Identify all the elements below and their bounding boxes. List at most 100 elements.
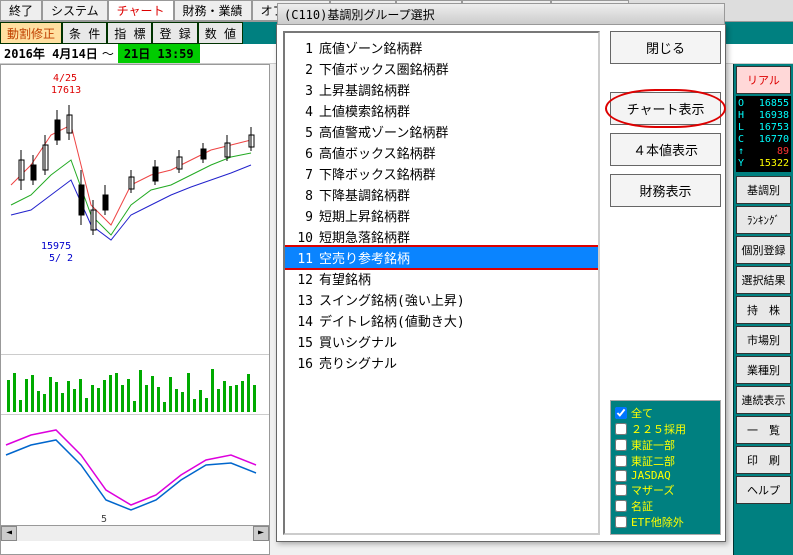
side-btn-3[interactable]: 選択結果 <box>736 266 791 294</box>
quote-row: ↑89 <box>738 146 789 158</box>
vol-bar <box>133 401 136 412</box>
filter-1[interactable]: ２２５採用 <box>615 421 716 437</box>
group-list-item[interactable]: 9短期上昇銘柄群 <box>285 205 598 226</box>
filter-checkbox[interactable] <box>615 484 627 496</box>
filter-checkbox[interactable] <box>615 455 627 467</box>
side-btn-0[interactable]: 基調別 <box>736 176 791 204</box>
vol-bar <box>235 385 238 412</box>
vol-bar <box>49 377 52 412</box>
toolbar-btn-3[interactable]: 登 録 <box>152 22 197 44</box>
chart-scrollbar[interactable]: ◄ ► <box>1 525 269 541</box>
side-btn-4[interactable]: 持 株 <box>736 296 791 324</box>
quote-row: H16938 <box>738 110 789 122</box>
filter-checkbox[interactable] <box>615 470 627 482</box>
volume-chart <box>1 355 269 415</box>
vol-bar <box>223 381 226 412</box>
toolbar-btn-4[interactable]: 数 値 <box>198 22 243 44</box>
vol-bar <box>169 377 172 412</box>
ohlc-display-button[interactable]: ４本値表示 <box>610 133 721 166</box>
oscillator-chart: 5 <box>1 415 269 525</box>
scroll-left-icon[interactable]: ◄ <box>1 526 17 541</box>
side-btn-6[interactable]: 業種別 <box>736 356 791 384</box>
modal-title: (C110)基調別グループ選択 <box>277 3 725 25</box>
group-list-item[interactable]: 7下降ボックス銘柄群 <box>285 163 598 184</box>
quote-row: O16855 <box>738 98 789 110</box>
filter-3[interactable]: 東証二部 <box>615 453 716 469</box>
vol-bar <box>73 389 76 412</box>
group-list[interactable]: 1底値ゾーン銘柄群2下値ボックス圏銘柄群3上昇基調銘柄群4上値模索銘柄群5高値警… <box>283 31 600 535</box>
filter-checkbox[interactable] <box>615 500 627 512</box>
side-btn-1[interactable]: ﾗﾝｷﾝｸﾞ <box>736 206 791 234</box>
quote-row: Y15322 <box>738 158 789 170</box>
group-list-item[interactable]: 10短期急落銘柄群 <box>285 226 598 247</box>
side-btn-7[interactable]: 連続表示 <box>736 386 791 414</box>
filter-checkbox[interactable] <box>615 407 627 419</box>
filter-7[interactable]: ETF他除外 <box>615 514 716 530</box>
filter-0[interactable]: 全て <box>615 405 716 421</box>
financial-display-button[interactable]: 財務表示 <box>610 174 721 207</box>
top-tab-3[interactable]: 財務・業績 <box>174 0 252 21</box>
realtime-button[interactable]: リアル <box>736 66 791 94</box>
group-list-item[interactable]: 2下値ボックス圏銘柄群 <box>285 58 598 79</box>
side-btn-10[interactable]: ヘルプ <box>736 476 791 504</box>
quote-row: L16753 <box>738 122 789 134</box>
side-btn-9[interactable]: 印 刷 <box>736 446 791 474</box>
filter-6[interactable]: 名証 <box>615 498 716 514</box>
toolbar-btn-0[interactable]: 動割修正 <box>0 22 62 44</box>
filter-checkbox[interactable] <box>615 516 627 528</box>
side-btn-2[interactable]: 個別登録 <box>736 236 791 264</box>
vol-bar <box>31 375 34 412</box>
vol-bar <box>139 370 142 412</box>
vol-bar <box>151 376 154 412</box>
top-tab-2[interactable]: チャート <box>108 0 174 21</box>
vol-bar <box>37 391 40 412</box>
chart-display-button[interactable]: チャート表示 <box>610 92 721 125</box>
group-list-item[interactable]: 12有望銘柄 <box>285 268 598 289</box>
filter-4[interactable]: JASDAQ <box>615 469 716 482</box>
vol-bar <box>253 385 256 412</box>
filter-checkbox[interactable] <box>615 439 627 451</box>
x-axis-tick: 5 <box>101 514 107 525</box>
vol-bar <box>91 385 94 412</box>
group-list-item[interactable]: 11空売り参考銘柄 <box>285 247 598 268</box>
group-list-item[interactable]: 16売りシグナル <box>285 352 598 373</box>
scroll-track[interactable] <box>17 526 253 541</box>
market-filter-group: 全て２２５採用東証一部東証二部JASDAQマザーズ名証ETF他除外 <box>610 400 721 535</box>
vol-bar <box>55 382 58 412</box>
group-list-item[interactable]: 1底値ゾーン銘柄群 <box>285 37 598 58</box>
scroll-right-icon[interactable]: ► <box>253 526 269 541</box>
candlestick-svg <box>1 65 269 354</box>
vol-bar <box>97 388 100 412</box>
filter-checkbox[interactable] <box>615 423 627 435</box>
vol-bar <box>13 373 16 412</box>
group-list-item[interactable]: 4上値模索銘柄群 <box>285 100 598 121</box>
group-list-item[interactable]: 3上昇基調銘柄群 <box>285 79 598 100</box>
close-button[interactable]: 閉じる <box>610 31 721 64</box>
top-tab-1[interactable]: システム <box>42 0 108 21</box>
vol-bar <box>211 369 214 412</box>
vol-bar <box>193 399 196 412</box>
right-sidebar: リアル O16855H16938L16753C16770↑89Y15322 基調… <box>733 64 793 555</box>
top-tab-0[interactable]: 終了 <box>0 0 42 21</box>
group-list-item[interactable]: 6高値ボックス銘柄群 <box>285 142 598 163</box>
vol-bar <box>103 380 106 412</box>
side-btn-8[interactable]: 一 覧 <box>736 416 791 444</box>
group-list-item[interactable]: 14デイトレ銘柄(値動き大) <box>285 310 598 331</box>
toolbar-btn-2[interactable]: 指 標 <box>107 22 152 44</box>
filter-5[interactable]: マザーズ <box>615 482 716 498</box>
price-chart: 4/25 17613 15975 5/ 2 <box>1 65 269 355</box>
vol-bar <box>175 389 178 412</box>
vol-bar <box>85 398 88 412</box>
toolbar-btn-1[interactable]: 条 件 <box>62 22 107 44</box>
group-list-item[interactable]: 13スイング銘柄(強い上昇) <box>285 289 598 310</box>
vol-bar <box>79 379 82 412</box>
filter-2[interactable]: 東証一部 <box>615 437 716 453</box>
group-list-item[interactable]: 5高値警戒ゾーン銘柄群 <box>285 121 598 142</box>
date-from: 2016年 4月14日 <box>4 45 98 62</box>
group-list-item[interactable]: 15買いシグナル <box>285 331 598 352</box>
vol-bar <box>25 379 28 412</box>
side-btn-5[interactable]: 市場別 <box>736 326 791 354</box>
group-list-item[interactable]: 8下降基調銘柄群 <box>285 184 598 205</box>
chart-panel: 4/25 17613 15975 5/ 2 <box>0 64 270 555</box>
osc-svg <box>1 415 269 525</box>
